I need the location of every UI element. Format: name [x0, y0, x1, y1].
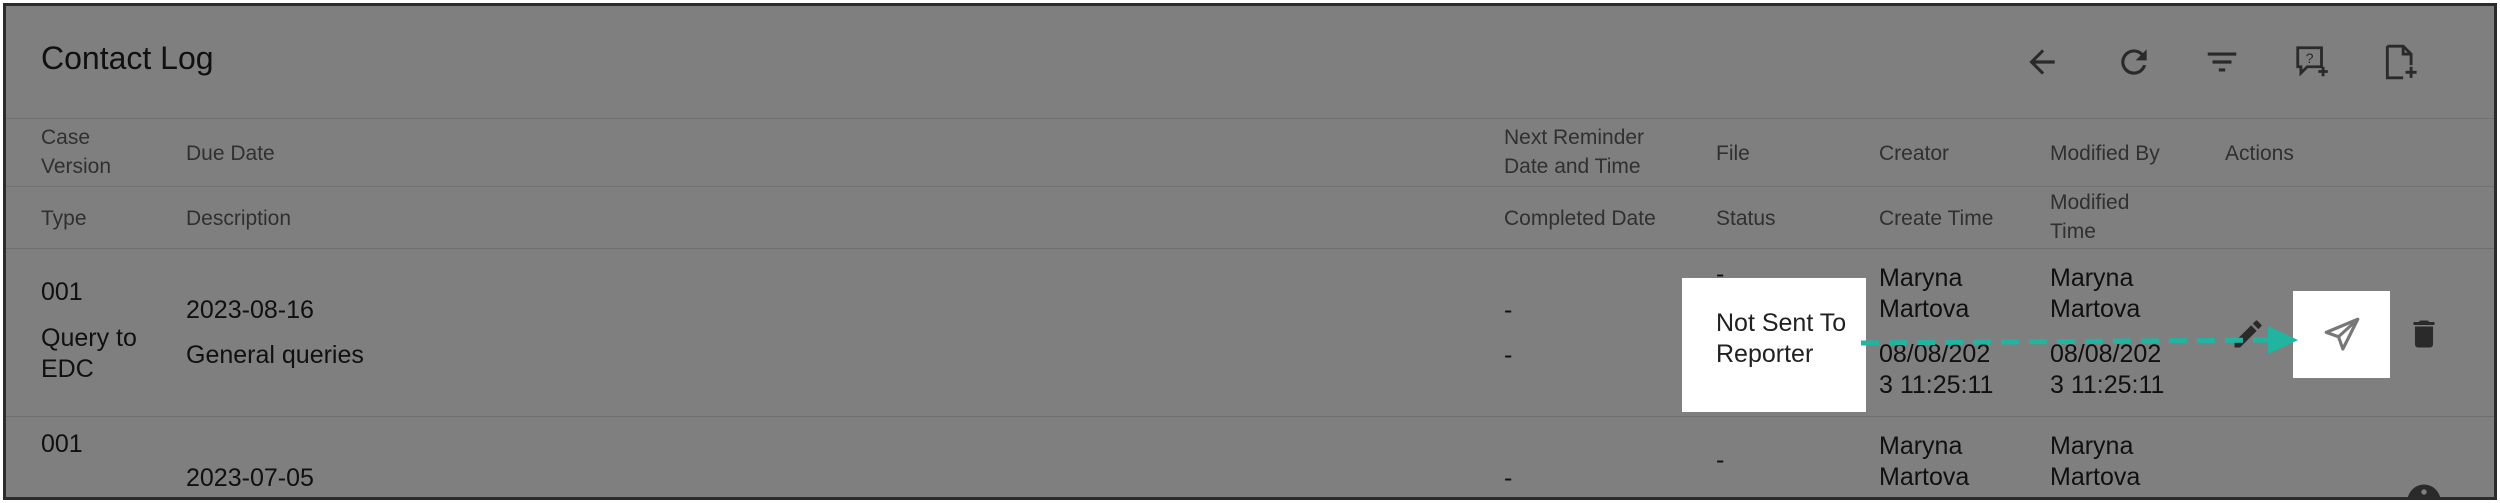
table-header-row-2: Type Description Completed Date Status C…	[6, 186, 2494, 249]
header-create-time[interactable]: Create Time	[1879, 187, 1993, 249]
cell-next-reminder: -	[1504, 464, 1513, 492]
add-document-button[interactable]	[2372, 34, 2428, 90]
cell-modified-time: 08/08/2023 11:25:11	[2050, 340, 2165, 399]
cell-modified-by: Maryna Martova	[2050, 264, 2141, 323]
refresh-icon	[2121, 49, 2147, 75]
more-actions-button[interactable]	[2406, 483, 2442, 497]
add-document-icon	[2385, 44, 2417, 80]
refresh-button[interactable]	[2106, 34, 2162, 90]
highlight-status-cell: Not Sent To Reporter	[1682, 278, 1866, 412]
trash-icon	[2413, 320, 2435, 348]
header-due-date[interactable]: Due Date	[186, 119, 275, 187]
cell-case-version: 001	[41, 430, 83, 458]
add-help-button[interactable]: ?	[2284, 34, 2340, 90]
status-text: Not Sent To Reporter	[1716, 309, 1847, 368]
header-description[interactable]: Description	[186, 187, 291, 249]
header-modified-by[interactable]: Modified By	[2050, 119, 2160, 187]
cell-creator: Maryna Martova	[1879, 264, 1970, 323]
cell-case-version: 001	[41, 278, 83, 306]
contact-log-panel: Contact Log ? Case Version Due Date Next…	[6, 6, 2494, 497]
header-status[interactable]: Status	[1716, 187, 1776, 249]
table-row[interactable]: 001 Query to EDC 2023-08-16 General quer…	[6, 248, 2494, 417]
cell-next-reminder: -	[1504, 296, 1513, 324]
back-button[interactable]	[2014, 34, 2070, 90]
header-type[interactable]: Type	[41, 187, 87, 249]
send-icon	[2324, 317, 2359, 351]
pencil-icon	[2234, 320, 2262, 348]
more-vert-icon	[2407, 484, 2441, 497]
header-modified-time[interactable]: Modified Time	[2050, 188, 2160, 246]
header-file[interactable]: File	[1716, 119, 1750, 187]
cell-creator: Maryna Martova	[1879, 432, 1970, 491]
edit-button[interactable]	[2228, 309, 2268, 359]
screenshot-frame: Contact Log ? Case Version Due Date Next…	[3, 3, 2497, 500]
cell-type: Query to EDC	[41, 324, 137, 383]
header-actions: Actions	[2225, 141, 2294, 165]
header-case-version[interactable]: Case Version	[41, 123, 141, 181]
send-to-reporter-button[interactable]	[2293, 291, 2390, 378]
filter-icon	[2207, 52, 2237, 72]
back-arrow-icon	[2029, 49, 2055, 75]
cell-due-date: 2023-08-16	[186, 296, 314, 324]
header-creator[interactable]: Creator	[1879, 119, 1949, 187]
delete-button[interactable]	[2404, 309, 2444, 359]
cell-completed-date: -	[1504, 341, 1513, 369]
header-next-reminder[interactable]: Next Reminder Date and Time	[1504, 123, 1674, 181]
toolbar: ?	[6, 34, 2494, 90]
filter-button[interactable]	[2194, 34, 2250, 90]
svg-text:?: ?	[2306, 51, 2314, 67]
cell-create-time: 08/08/2023 11:25:11	[1879, 340, 1994, 399]
cell-description: General queries	[186, 341, 364, 369]
table-row[interactable]: 001 2023-07-05 - - Maryna Martova Maryna…	[6, 416, 2494, 497]
add-help-icon: ?	[2296, 46, 2328, 77]
cell-file: -	[1716, 446, 1725, 474]
cell-modified-by: Maryna Martova	[2050, 432, 2141, 491]
cell-due-date: 2023-07-05	[186, 464, 314, 492]
header-completed-date[interactable]: Completed Date	[1504, 187, 1656, 249]
table-header-row-1: Case Version Due Date Next Reminder Date…	[6, 118, 2494, 187]
